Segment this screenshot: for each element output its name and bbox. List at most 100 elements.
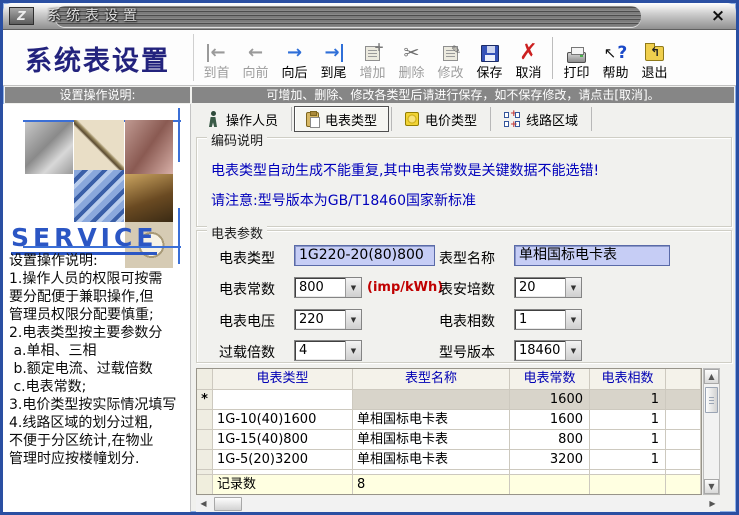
toolbar: 到首 向前 向后 到尾 增加 删除 [197,31,674,85]
row-selector[interactable] [197,450,213,470]
phases-label: 电表相数 [439,314,495,330]
page-title: 系统表设置 [25,46,170,77]
table-cell[interactable] [353,390,510,410]
tab-separator [291,107,293,131]
add-button[interactable]: 增加 [353,33,392,85]
grid-icon [504,109,521,130]
collage-tile-wood [125,174,173,222]
constant-unit: (imp/kWh) [367,280,444,295]
table-row[interactable]: 1G-5(20)3200 单相国标电卡表 3200 1 [197,450,701,470]
horizontal-scrollbar[interactable] [196,496,720,512]
prev-button[interactable]: 向前 [236,33,275,85]
chevron-down-icon[interactable] [345,310,361,329]
row-selector[interactable] [197,410,213,430]
meter-type-field[interactable]: 1G220-20(80)800 [294,245,435,266]
last-button[interactable]: 到尾 [314,33,353,85]
scroll-up-icon[interactable] [704,369,719,384]
print-button[interactable]: 打印 [557,33,596,85]
edit-button[interactable]: 修改 [431,33,470,85]
table-cell[interactable]: 1600 [510,390,590,410]
chevron-down-icon[interactable] [565,278,581,297]
vertical-scroll-thumb[interactable] [705,387,718,413]
table-cell[interactable]: 1600 [510,410,590,430]
tab-bar: 操作人员 电表类型 电价类型 线路区域 [196,105,594,133]
header-divider [193,34,194,81]
version-label: 型号版本 [439,345,495,361]
scroll-left-icon[interactable] [196,496,211,512]
row-selector [197,475,213,494]
encoding-groupbox: 编码说明 电表类型自动生成不能重复,其中电表常数是关键数据不能选错! 请注意:型… [196,130,732,227]
table-cell[interactable]: 单相国标电卡表 [353,410,510,430]
overload-label: 过载倍数 [219,345,275,361]
exit-button[interactable]: 退出 [635,33,674,85]
table-cell[interactable]: 1 [590,410,666,430]
window-title: 系统表设置 [47,8,142,24]
sidebar-caption: 设置操作说明: [5,87,190,103]
vertical-scrollbar[interactable] [703,368,720,495]
chevron-down-icon[interactable] [345,341,361,360]
table-cell[interactable]: 800 [510,430,590,450]
table-cell[interactable]: 1 [590,430,666,450]
header-row: 系统表设置 到首 向前 向后 到尾 增加 [3,30,736,86]
column-header[interactable]: 表型名称 [353,369,510,390]
next-button[interactable]: 向后 [275,33,314,85]
first-button[interactable]: 到首 [197,33,236,85]
chevron-down-icon[interactable] [565,310,581,329]
titlebar: Z 系统表设置 × [3,3,736,30]
column-header[interactable]: 电表类型 [213,369,353,390]
new-row-marker: * [197,390,213,410]
overload-select[interactable]: 4 [294,340,362,361]
table-cell[interactable]: 1G-10(40)1600 [213,410,353,430]
constant-select[interactable]: 800 [294,277,362,298]
tab-separator [591,107,593,131]
cancel-button[interactable]: 取消 [509,33,548,85]
main-caption: 可增加、删除、修改各类型后请进行保存，如不保存修改，请点击[取消]。 [192,87,734,103]
table-cell[interactable] [213,390,353,410]
table-cell [666,390,701,410]
tab-price-type[interactable]: 电价类型 [394,106,488,132]
close-icon[interactable]: × [709,7,727,25]
record-count-label: 记录数 [213,475,353,494]
column-header[interactable]: 电表相数 [590,369,666,390]
table-row[interactable]: 1G-10(40)1600 单相国标电卡表 1600 1 [197,410,701,430]
table-cell[interactable]: 单相国标电卡表 [353,450,510,470]
delete-button[interactable]: 删除 [392,33,431,85]
help-button[interactable]: 帮助 [596,33,635,85]
phases-select[interactable]: 1 [514,309,582,330]
deco-line [178,108,180,162]
table-row[interactable]: 1G-15(40)800 单相国标电卡表 800 1 [197,430,701,450]
version-select[interactable]: 18460 [514,340,582,361]
table-cell[interactable]: 1 [590,390,666,410]
exit-icon [645,42,664,61]
table-cell[interactable]: 3200 [510,450,590,470]
tab-operators[interactable]: 操作人员 [196,106,289,132]
encoding-note-2: 请注意:型号版本为GB/T18460国家新标准 [211,193,476,209]
amperage-select[interactable]: 20 [514,277,582,298]
sidebar: SERVICE 设置操作说明: 1.操作人员的权限可按需 要分配便于兼职操作,但… [3,104,191,512]
table-cell[interactable]: 单相国标电卡表 [353,430,510,450]
horizontal-scroll-thumb[interactable] [214,497,242,511]
voltage-select[interactable]: 220 [294,309,362,330]
chevron-down-icon[interactable] [345,278,361,297]
tab-line-area[interactable]: 线路区域 [493,106,589,132]
save-button[interactable]: 保存 [470,33,509,85]
model-name-field[interactable]: 单相国标电卡表 [514,245,670,266]
row-selector[interactable] [197,430,213,450]
last-icon [324,44,343,62]
column-header-filler [666,369,701,390]
chevron-down-icon[interactable] [565,341,581,360]
scroll-right-icon[interactable] [705,496,720,512]
scroll-down-icon[interactable] [704,479,719,494]
table-row-new[interactable]: * 1600 1 [197,390,701,410]
table-cell[interactable]: 1 [590,450,666,470]
table-cell[interactable]: 1G-5(20)3200 [213,450,353,470]
table-header-row: 电表类型 表型名称 电表常数 电表相数 [197,369,701,390]
column-header[interactable]: 电表常数 [510,369,590,390]
record-count-value: 8 [353,475,510,494]
next-icon [287,44,302,62]
table-footer-row: 记录数 8 [197,475,701,494]
model-name-label: 表型名称 [439,251,495,267]
tab-meter-type[interactable]: 电表类型 [294,106,390,132]
table-cell [666,410,701,430]
table-cell[interactable]: 1G-15(40)800 [213,430,353,450]
